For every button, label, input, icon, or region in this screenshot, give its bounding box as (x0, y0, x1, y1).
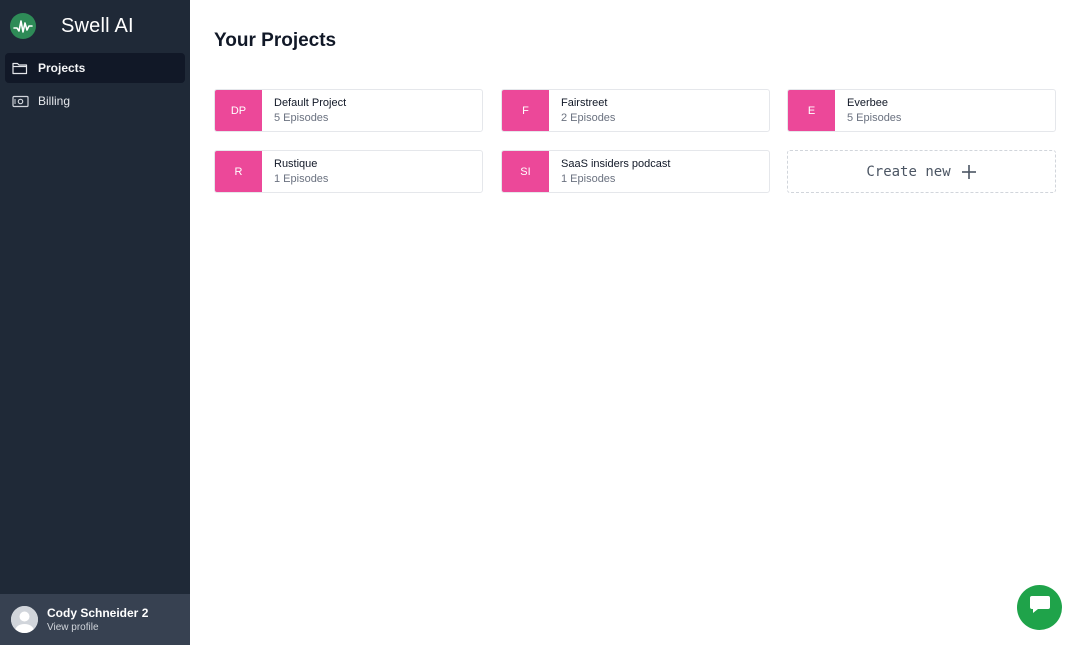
project-episode-count: 1 Episodes (274, 173, 329, 185)
project-badge: F (502, 90, 549, 131)
project-episode-count: 2 Episodes (561, 112, 616, 124)
project-episode-count: 1 Episodes (561, 173, 616, 185)
money-icon (11, 92, 29, 110)
swell-logo-icon (10, 13, 36, 39)
sidebar-item-billing[interactable]: Billing (5, 86, 185, 116)
brand[interactable]: Swell AI (10, 12, 134, 40)
project-card-rustique[interactable]: R Rustique 1 Episodes (214, 150, 483, 193)
profile-section[interactable]: Cody Schneider 2 View profile (0, 594, 190, 645)
avatar (11, 606, 38, 633)
app-name: Swell AI (61, 14, 134, 37)
create-new-label: Create new (866, 163, 951, 180)
view-profile-link[interactable]: View profile (47, 622, 148, 633)
page-title: Your Projects (214, 30, 337, 51)
project-badge: SI (502, 151, 549, 192)
project-card-default-project[interactable]: DP Default Project 5 Episodes (214, 89, 483, 132)
project-name: Rustique (274, 158, 318, 170)
project-name: Default Project (274, 97, 347, 109)
project-card-saas-insiders-podcast[interactable]: SI SaaS insiders podcast 1 Episodes (501, 150, 770, 193)
sidebar-item-projects[interactable]: Projects (5, 53, 185, 83)
chat-bubble-icon (1028, 594, 1052, 621)
sidebar-nav: Projects Billing (5, 53, 185, 119)
project-name: SaaS insiders podcast (561, 158, 671, 170)
project-episode-count: 5 Episodes (847, 112, 902, 124)
sidebar-item-label: Projects (38, 61, 86, 75)
project-name: Fairstreet (561, 97, 608, 109)
project-badge: E (788, 90, 835, 131)
project-badge: R (215, 151, 262, 192)
chat-widget-button[interactable] (1017, 585, 1062, 630)
project-name: Everbee (847, 97, 888, 109)
create-new-project-button[interactable]: Create new (787, 150, 1056, 193)
project-card-everbee[interactable]: E Everbee 5 Episodes (787, 89, 1056, 132)
project-card-fairstreet[interactable]: F Fairstreet 2 Episodes (501, 89, 770, 132)
project-badge: DP (215, 90, 262, 131)
sidebar: Swell AI Projects Billing Cody Schneider… (0, 0, 190, 645)
main-content: Your Projects DP Default Project 5 Episo… (190, 0, 1080, 645)
sidebar-item-label: Billing (38, 94, 71, 108)
profile-name: Cody Schneider 2 (47, 606, 149, 620)
project-episode-count: 5 Episodes (274, 112, 329, 124)
folder-icon (11, 59, 29, 77)
plus-icon (961, 164, 977, 180)
